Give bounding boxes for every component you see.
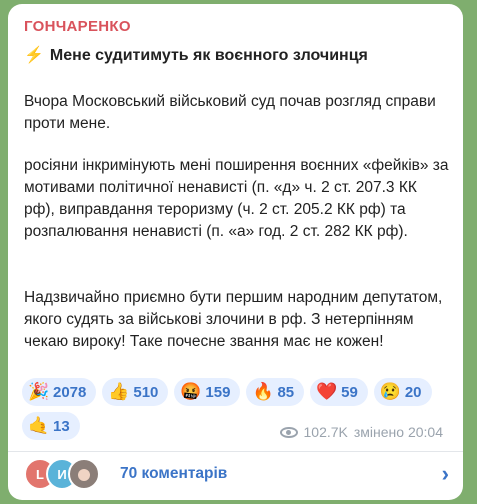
reaction-call-me[interactable]: 🤙 13 — [22, 412, 80, 440]
eye-icon — [279, 426, 298, 438]
party-popper-icon: 🎉 — [28, 382, 50, 401]
lightning-icon: ⚡ — [24, 47, 44, 64]
post-paragraph-1: Вчора Московський військовий суд почав р… — [24, 93, 436, 132]
call-me-hand-icon: 🤙 — [28, 416, 50, 435]
avatar — [68, 458, 100, 490]
message-bubble: ГОНЧАРЕНКО ⚡ Мене судитимуть як воєнного … — [8, 4, 463, 500]
channel-name[interactable]: ГОНЧАРЕНКО — [24, 18, 131, 35]
divider — [8, 451, 463, 452]
reaction-count: 85 — [277, 383, 295, 401]
reaction-count: 510 — [133, 383, 159, 401]
commenter-avatars: L И — [22, 458, 108, 490]
view-count: 102.7K — [303, 424, 348, 440]
post-title-text: Мене судитимуть як воєнного злочинця — [49, 47, 368, 64]
swearing-face-icon: 🤬 — [180, 382, 202, 401]
reaction-party[interactable]: 🎉 2078 — [22, 378, 97, 406]
comments-button[interactable]: L И 70 коментарів › — [22, 456, 449, 492]
reaction-count: 159 — [205, 383, 231, 401]
reaction-crying[interactable]: 😢 20 — [373, 378, 432, 406]
comments-label: 70 коментарів — [120, 465, 228, 482]
reaction-fire[interactable]: 🔥 85 — [246, 378, 305, 406]
reaction-count: 2078 — [53, 383, 87, 401]
post-paragraph-2: росіяни інкримінують мені поширення воєн… — [24, 157, 449, 240]
crying-face-icon: 😢 — [379, 382, 401, 401]
reaction-heart[interactable]: ❤️ 59 — [310, 378, 368, 406]
post-paragraph-3: Надзвичайно приємно бути першим народним… — [24, 289, 443, 350]
fire-icon: 🔥 — [252, 382, 274, 401]
reaction-count: 13 — [53, 417, 70, 435]
reaction-count: 59 — [341, 383, 358, 401]
chevron-right-icon: › — [441, 461, 449, 486]
reaction-thumbs-up[interactable]: 👍 510 — [102, 378, 169, 406]
thumbs-up-icon: 👍 — [108, 382, 130, 401]
edited-timestamp: змінено 20:04 — [353, 424, 443, 440]
heart-icon: ❤️ — [316, 382, 338, 401]
message-meta: 102.7K змінено 20:04 — [279, 424, 443, 440]
post-title: ⚡ Мене судитимуть як воєнного злочинця — [24, 45, 449, 67]
reaction-count: 20 — [404, 383, 422, 401]
reaction-swearing[interactable]: 🤬 159 — [174, 378, 241, 406]
